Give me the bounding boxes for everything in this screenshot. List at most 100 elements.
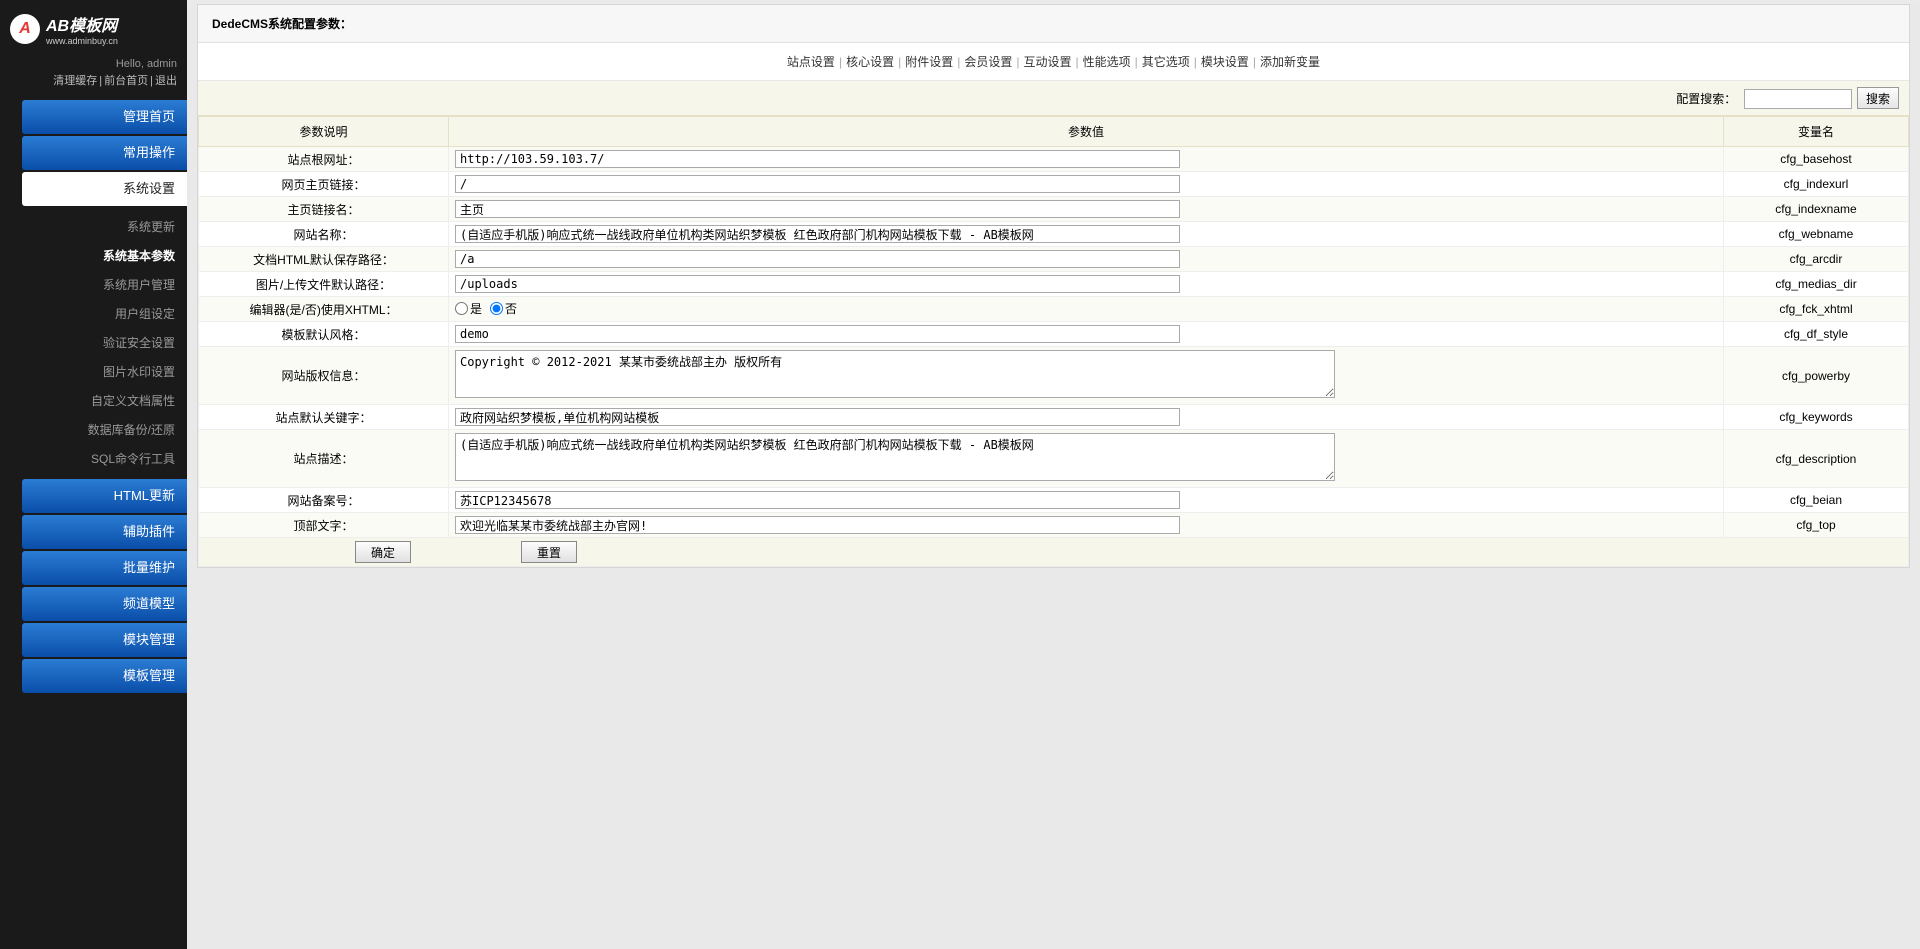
table-row: 站点根网址：cfg_basehost	[199, 147, 1909, 172]
row-var: cfg_powerby	[1724, 347, 1909, 405]
sub-nav-item[interactable]: 图片水印设置	[0, 357, 187, 386]
sub-nav-item[interactable]: SQL命令行工具	[0, 444, 187, 473]
logo: A AB模板网 www.adminbuy.cn	[10, 12, 177, 46]
row-label: 模板默认风格：	[199, 322, 449, 347]
th-var: 变量名	[1724, 117, 1909, 147]
row-var: cfg_beian	[1724, 488, 1909, 513]
row-value-cell	[449, 347, 1724, 405]
row-value-cell	[449, 488, 1724, 513]
config-input[interactable]	[455, 200, 1180, 218]
nav: 管理首页常用操作系统设置系统更新系统基本参数系统用户管理用户组设定验证安全设置图…	[0, 98, 187, 695]
radio-input[interactable]	[455, 302, 468, 315]
row-value-cell	[449, 513, 1724, 538]
table-row: 网页主页链接： cfg_indexurl	[199, 172, 1909, 197]
row-value-cell	[449, 247, 1724, 272]
sub-nav-item[interactable]: 系统更新	[0, 212, 187, 241]
tab-link[interactable]: 附件设置	[905, 55, 953, 69]
row-value-cell	[449, 147, 1724, 172]
row-value-cell	[449, 430, 1724, 488]
panel-title: DedeCMS系统配置参数：	[198, 5, 1909, 43]
config-input[interactable]	[455, 408, 1180, 426]
nav-item[interactable]: 模块管理	[22, 623, 187, 657]
nav-item[interactable]: 频道模型	[22, 587, 187, 621]
search-label: 配置搜索：	[1676, 92, 1736, 106]
sub-nav-item[interactable]: 系统基本参数	[0, 241, 187, 270]
sidebar: A AB模板网 www.adminbuy.cn Hello, admin 清理缓…	[0, 0, 187, 949]
table-row: 文档HTML默认保存路径：cfg_arcdir	[199, 247, 1909, 272]
row-label: 图片/上传文件默认路径：	[199, 272, 449, 297]
config-textarea[interactable]	[455, 350, 1335, 398]
nav-item[interactable]: 系统设置	[22, 172, 187, 206]
config-input[interactable]	[455, 325, 1180, 343]
reset-button[interactable]: 重置	[521, 541, 577, 563]
config-panel: DedeCMS系统配置参数： 站点设置|核心设置|附件设置|会员设置|互动设置|…	[197, 4, 1910, 568]
config-input[interactable]	[455, 175, 1180, 193]
radio-input[interactable]	[490, 302, 503, 315]
tab-link[interactable]: 会员设置	[964, 55, 1012, 69]
table-row: 编辑器(是/否)使用XHTML： 是 否cfg_fck_xhtml	[199, 297, 1909, 322]
row-label: 网站备案号：	[199, 488, 449, 513]
table-row: 网站版权信息： cfg_powerby	[199, 347, 1909, 405]
row-value-cell	[449, 222, 1724, 247]
tab-link[interactable]: 互动设置	[1023, 55, 1071, 69]
row-label: 网页主页链接：	[199, 172, 449, 197]
radio-option[interactable]: 否	[490, 300, 517, 317]
logo-icon: A	[10, 14, 40, 44]
tab-link[interactable]: 站点设置	[787, 55, 835, 69]
config-input[interactable]	[455, 250, 1180, 268]
sub-nav-item[interactable]: 用户组设定	[0, 299, 187, 328]
front-page-link[interactable]: 前台首页	[104, 75, 148, 87]
table-row: 图片/上传文件默认路径： cfg_medias_dir	[199, 272, 1909, 297]
row-var: cfg_top	[1724, 513, 1909, 538]
sub-nav-item[interactable]: 系统用户管理	[0, 270, 187, 299]
clear-cache-link[interactable]: 清理缓存	[53, 75, 97, 87]
row-label: 站点默认关键字：	[199, 405, 449, 430]
tab-link[interactable]: 核心设置	[846, 55, 894, 69]
row-var: cfg_indexname	[1724, 197, 1909, 222]
tab-link[interactable]: 模块设置	[1201, 55, 1249, 69]
config-input[interactable]	[455, 491, 1180, 509]
nav-item[interactable]: 批量维护	[22, 551, 187, 585]
sub-nav-item[interactable]: 自定义文档属性	[0, 386, 187, 415]
config-input[interactable]	[455, 150, 1180, 168]
top-links: Hello, admin 清理缓存|前台首页|退出	[0, 54, 187, 98]
row-value-cell	[449, 172, 1724, 197]
nav-item[interactable]: HTML更新	[22, 479, 187, 513]
tab-link[interactable]: 其它选项	[1142, 55, 1190, 69]
nav-item[interactable]: 管理首页	[22, 100, 187, 134]
hello-user: Hello, admin	[10, 58, 177, 70]
sub-nav-item[interactable]: 验证安全设置	[0, 328, 187, 357]
search-row: 配置搜索： 搜索	[198, 81, 1909, 116]
nav-item[interactable]: 常用操作	[22, 136, 187, 170]
button-row: 确定 重置	[199, 538, 1909, 567]
main-area: DedeCMS系统配置参数： 站点设置|核心设置|附件设置|会员设置|互动设置|…	[187, 0, 1920, 949]
tab-link[interactable]: 添加新变量	[1260, 55, 1320, 69]
sub-nav: 系统更新系统基本参数系统用户管理用户组设定验证安全设置图片水印设置自定义文档属性…	[0, 208, 187, 477]
radio-option[interactable]: 是	[455, 300, 482, 317]
config-input[interactable]	[455, 225, 1180, 243]
logout-link[interactable]: 退出	[155, 75, 177, 87]
tab-link[interactable]: 性能选项	[1083, 55, 1131, 69]
radio-group: 是 否	[455, 304, 525, 318]
row-value-cell	[449, 272, 1724, 297]
sub-nav-item[interactable]: 数据库备份/还原	[0, 415, 187, 444]
logo-subtitle: www.adminbuy.cn	[46, 36, 118, 46]
search-button[interactable]: 搜索	[1857, 87, 1899, 109]
row-var: cfg_arcdir	[1724, 247, 1909, 272]
nav-item[interactable]: 模板管理	[22, 659, 187, 693]
row-label: 主页链接名：	[199, 197, 449, 222]
row-label: 网站名称：	[199, 222, 449, 247]
table-row: 顶部文字：cfg_top	[199, 513, 1909, 538]
config-input[interactable]	[455, 275, 1180, 293]
search-input[interactable]	[1744, 89, 1852, 109]
th-label: 参数说明	[199, 117, 449, 147]
row-var: cfg_indexurl	[1724, 172, 1909, 197]
panel-tabs: 站点设置|核心设置|附件设置|会员设置|互动设置|性能选项|其它选项|模块设置|…	[198, 43, 1909, 81]
nav-item[interactable]: 辅助插件	[22, 515, 187, 549]
row-label: 网站版权信息：	[199, 347, 449, 405]
config-textarea[interactable]	[455, 433, 1335, 481]
config-input[interactable]	[455, 516, 1180, 534]
row-var: cfg_medias_dir	[1724, 272, 1909, 297]
ok-button[interactable]: 确定	[355, 541, 411, 563]
table-row: 主页链接名： cfg_indexname	[199, 197, 1909, 222]
